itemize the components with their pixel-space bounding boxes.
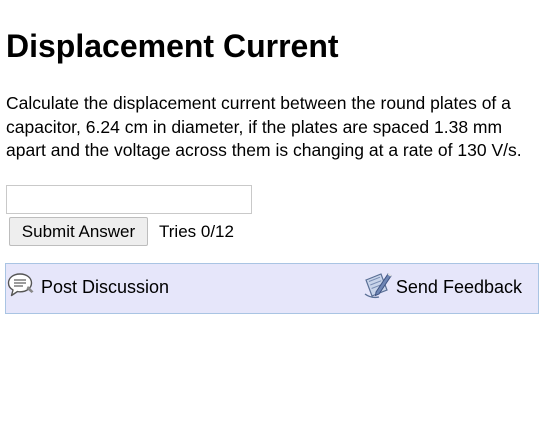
post-discussion-link[interactable]: Post Discussion bbox=[7, 272, 169, 302]
tries-counter: Tries 0/12 bbox=[159, 222, 234, 241]
speech-bubble-icon bbox=[7, 272, 35, 303]
post-discussion-label: Post Discussion bbox=[41, 277, 170, 297]
feedback-pencil-icon bbox=[363, 270, 393, 305]
page-title: Displacement Current bbox=[6, 28, 339, 64]
send-feedback-link[interactable]: Send Feedback bbox=[363, 270, 522, 304]
discussion-bar: Post Discussion Send Feedback bbox=[5, 263, 539, 314]
question-text: Calculate the displacement current betwe… bbox=[6, 93, 522, 160]
submit-answer-button[interactable]: Submit Answer bbox=[9, 217, 148, 246]
send-feedback-label: Send Feedback bbox=[395, 277, 522, 297]
answer-input[interactable] bbox=[6, 185, 252, 214]
